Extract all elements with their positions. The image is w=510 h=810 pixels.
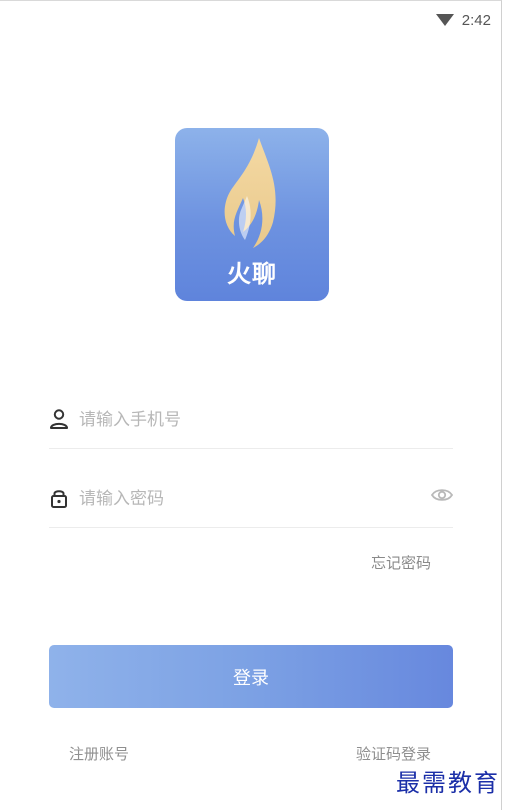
phone-input[interactable]: [79, 404, 409, 436]
app-logo: 火聊: [175, 128, 329, 301]
login-button[interactable]: 登录: [49, 645, 453, 708]
flame-icon: [224, 138, 276, 248]
user-icon: [50, 409, 68, 429]
sms-login-link[interactable]: 验证码登录: [356, 743, 431, 764]
password-input[interactable]: [79, 483, 409, 515]
eye-icon[interactable]: [431, 487, 453, 503]
phone-field: [49, 392, 453, 449]
register-link[interactable]: 注册账号: [69, 743, 129, 764]
logo-text: 火聊: [227, 259, 277, 288]
password-field: [49, 471, 453, 528]
watermark: 最需教育: [396, 769, 500, 797]
status-time: 2:42: [461, 11, 491, 29]
forgot-password-link[interactable]: 忘记密码: [371, 552, 431, 573]
lock-icon: [51, 490, 67, 508]
status-bar: 2:42: [435, 7, 491, 33]
login-screen: 2:42 火聊 请输入手机号 忘记密码 登录 注册账号 验证码登录: [0, 0, 502, 810]
wifi-icon: [435, 14, 454, 26]
